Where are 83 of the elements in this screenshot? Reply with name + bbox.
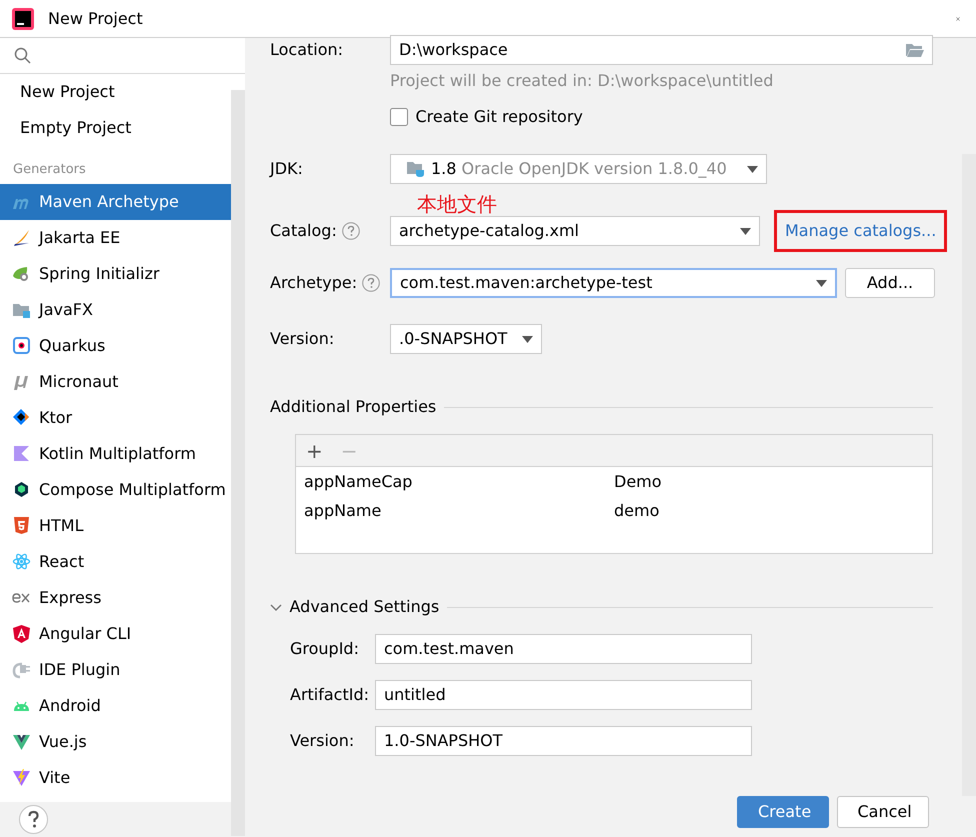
- sidebar-item[interactable]: Vue.js: [0, 724, 235, 760]
- sidebar-item[interactable]: Kotlin Multiplatform: [0, 436, 235, 472]
- field-label: Version:: [270, 328, 336, 350]
- section-title[interactable]: Advanced Settings: [290, 595, 440, 619]
- checkbox[interactable]: [390, 108, 408, 126]
- window-title: New Project: [48, 8, 143, 30]
- text-field[interactable]: com.test.maven: [375, 634, 752, 664]
- sidebar-item[interactable]: Empty Project: [0, 110, 231, 146]
- scrollbar-track[interactable]: [231, 90, 245, 836]
- location-field[interactable]: D:\workspace: [390, 35, 933, 65]
- dropdown-caret-icon: [522, 336, 533, 342]
- atom-icon: [12, 552, 31, 571]
- app-logo-icon: [12, 8, 34, 30]
- search-icon: [14, 47, 31, 64]
- sidebar-item[interactable]: IDE Plugin: [0, 652, 235, 688]
- archetype-dropdown[interactable]: com.test.maven:archetype-test: [390, 268, 837, 298]
- create-button[interactable]: Create: [737, 796, 829, 828]
- sidebar-item[interactable]: Quarkus: [0, 328, 235, 364]
- section-title: Additional Properties: [270, 396, 436, 418]
- sidebar-item[interactable]: React: [0, 544, 235, 580]
- field-value: D:\workspace: [399, 39, 508, 61]
- dropdown-value: com.test.maven:archetype-test: [400, 272, 652, 294]
- sidebar-item[interactable]: New Project: [0, 74, 231, 110]
- table-cell-text: demo: [614, 500, 660, 522]
- sidebar-item[interactable]: HTML: [0, 508, 235, 544]
- flame-icon: [12, 228, 31, 247]
- sidebar-item[interactable]: Micronaut: [0, 364, 235, 400]
- field-value: com.test.maven: [384, 638, 514, 660]
- table-cell-text: Demo: [614, 470, 662, 492]
- folder-icon: [407, 161, 425, 177]
- text-field[interactable]: untitled: [375, 680, 752, 710]
- dropdown-caret-icon: [740, 228, 751, 234]
- hint-text: Project will be created in: D:\workspace\untitled: [390, 70, 774, 92]
- sidebar-item[interactable]: Vite: [0, 760, 235, 796]
- hexagon-icon: [12, 480, 31, 499]
- folder-icon[interactable]: [906, 43, 924, 57]
- shield-icon: [12, 624, 31, 643]
- field-label: ArtifactId:: [290, 684, 370, 706]
- sidebar-item[interactable]: JavaFX: [0, 292, 235, 328]
- quarkus-icon: [12, 336, 31, 355]
- sidebar-item[interactable]: Android: [0, 688, 235, 724]
- dropdown-value: archetype-catalog.xml: [399, 220, 579, 242]
- section-heading: Generators: [12, 161, 87, 179]
- add-button[interactable]: Add...: [845, 268, 935, 298]
- table-cell-text: appNameCap: [303, 470, 414, 492]
- kotlin-icon: [12, 444, 31, 463]
- field-label: Catalog:: [270, 220, 337, 242]
- dropdown-caret-icon: [747, 166, 758, 172]
- field-label: Version:: [290, 730, 356, 752]
- diamond-icon: [12, 408, 31, 427]
- vue-icon: [12, 732, 31, 751]
- plug-icon: [12, 660, 31, 679]
- manage-catalogs-link[interactable]: Manage catalogs...: [785, 221, 936, 240]
- jdk-dropdown[interactable]: 1.8 Oracle OpenJDK version 1.8.0_40: [390, 154, 767, 184]
- cancel-button[interactable]: Cancel: [836, 796, 928, 828]
- help-icon[interactable]: [362, 274, 380, 292]
- field-label: GroupId:: [290, 638, 360, 660]
- text-field[interactable]: 1.0-SNAPSHOT: [375, 726, 752, 756]
- catalog-dropdown[interactable]: archetype-catalog.xml: [390, 216, 760, 246]
- sidebar-item[interactable]: Spring Initializr: [0, 256, 235, 292]
- sidebar-item[interactable]: Jakarta EE: [0, 220, 235, 256]
- sidebar-item[interactable]: Angular CLI: [0, 616, 235, 652]
- field-label: Location:: [270, 39, 344, 61]
- annotation-text: 本地文件: [417, 192, 498, 216]
- lightning-icon: [12, 768, 31, 787]
- sidebar-item[interactable]: Express: [0, 580, 235, 616]
- add-button[interactable]: +: [304, 440, 325, 460]
- field-value: 1.0-SNAPSHOT: [384, 730, 502, 752]
- field-value: untitled: [384, 684, 446, 706]
- help-icon[interactable]: [19, 804, 48, 834]
- field-label: JDK:: [270, 158, 304, 180]
- help-icon[interactable]: [342, 222, 360, 240]
- sidebar-item[interactable]: Compose Multiplatform: [0, 472, 235, 508]
- dropdown-caret-icon: [816, 280, 827, 286]
- dropdown-value: 1.8 Oracle OpenJDK version 1.8.0_40: [431, 158, 727, 180]
- leaf-icon: [12, 264, 31, 283]
- sidebar-item[interactable]: Ktor: [0, 400, 235, 436]
- table-cell-text: appName: [303, 500, 382, 522]
- html5-icon: [12, 516, 31, 535]
- dropdown-value: .0-SNAPSHOT: [399, 328, 508, 350]
- version-dropdown[interactable]: .0-SNAPSHOT: [390, 324, 542, 354]
- field-label: Archetype:: [270, 272, 358, 294]
- checkbox-label: Create Git repository: [416, 106, 583, 128]
